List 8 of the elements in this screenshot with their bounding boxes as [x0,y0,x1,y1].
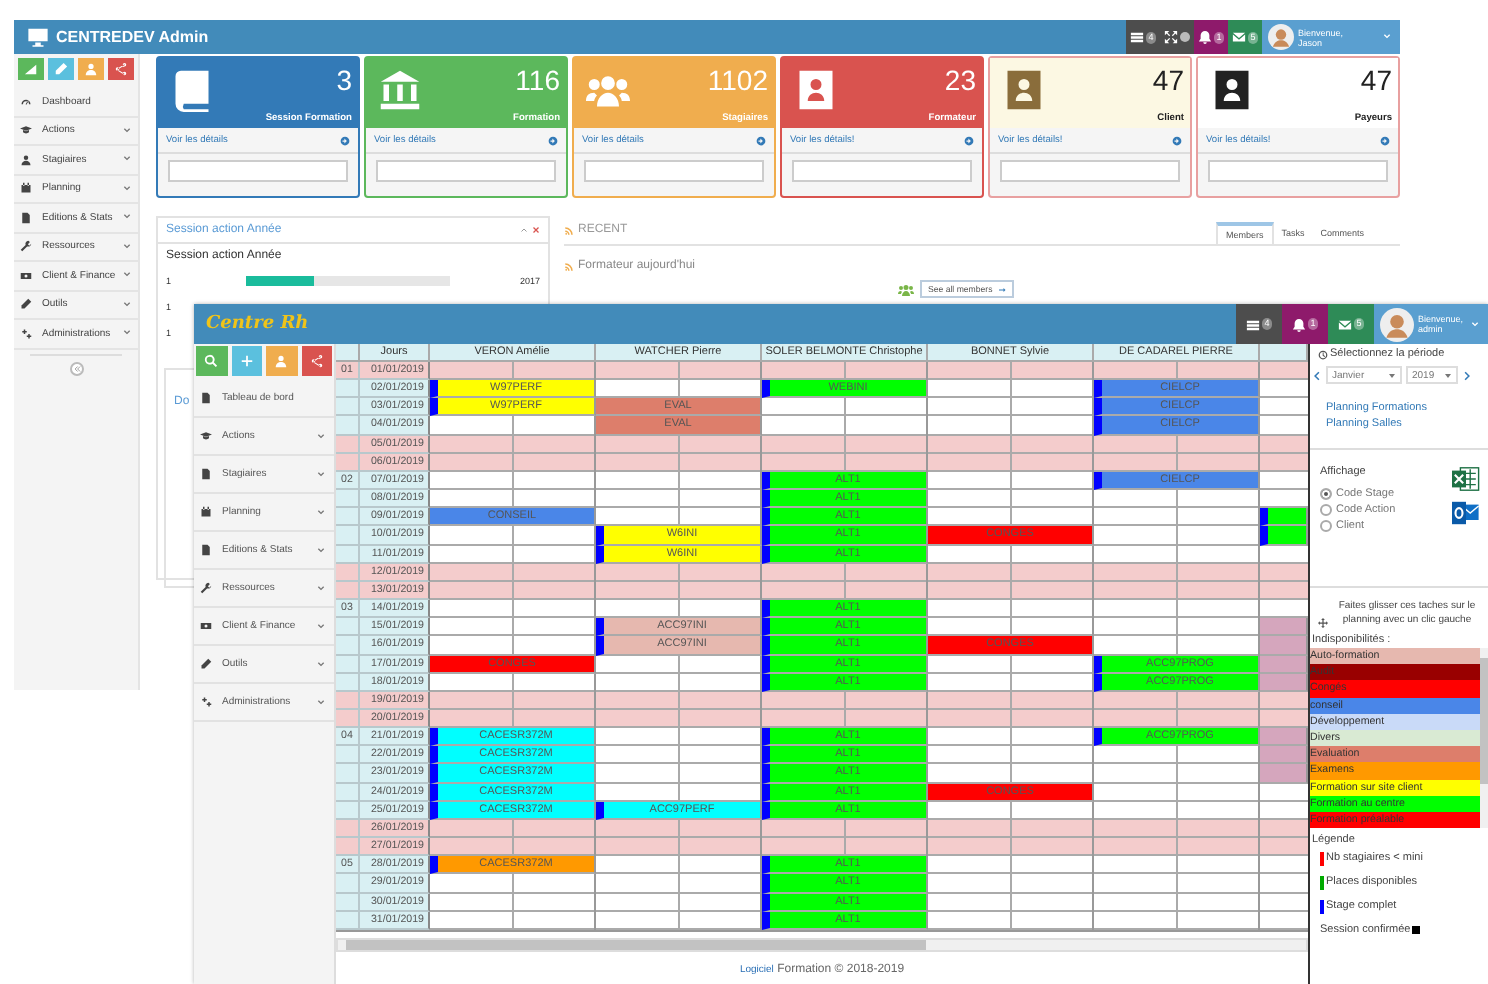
stat-value: 1102 [707,64,768,96]
stat-value: 3 [336,64,352,96]
app-title: Centre Rh [206,314,309,334]
stat-value: 116 [515,64,560,96]
stat-value: 47 [1152,64,1184,96]
stat-value: 23 [944,64,976,96]
stat-value: 47 [1360,64,1392,96]
app-title: CENTREDEV Admin [56,28,209,46]
